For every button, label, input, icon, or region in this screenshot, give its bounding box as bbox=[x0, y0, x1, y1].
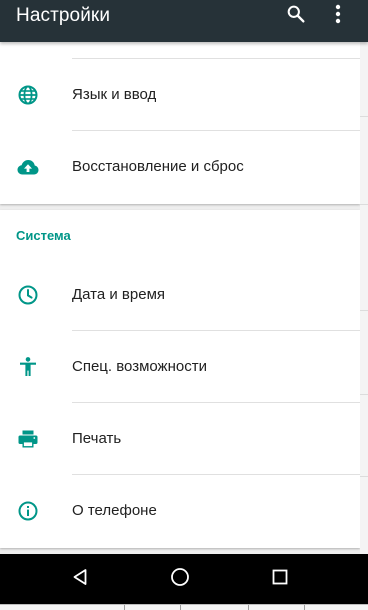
more-options-button[interactable] bbox=[318, 0, 358, 32]
accessibility-icon bbox=[16, 355, 40, 379]
print-icon bbox=[16, 427, 40, 451]
settings-item-label: Язык и ввод bbox=[72, 86, 157, 103]
settings-item-label: Восстановление и сброс bbox=[72, 158, 244, 175]
settings-item-language[interactable]: Язык и ввод bbox=[0, 59, 360, 131]
globe-icon bbox=[16, 83, 40, 107]
bottom-edge bbox=[0, 604, 368, 610]
home-circle-icon bbox=[169, 566, 191, 593]
settings-card-system: Система Дата и время Спец. возможности П… bbox=[0, 210, 360, 548]
clock-icon bbox=[16, 283, 40, 307]
settings-screen: Язык и ввод Восстановление и сброс Систе… bbox=[0, 0, 368, 610]
back-button[interactable] bbox=[60, 559, 100, 599]
section-header-system: Система bbox=[16, 228, 71, 243]
settings-item-label: Спец. возможности bbox=[72, 358, 207, 375]
home-button[interactable] bbox=[160, 559, 200, 599]
settings-item-label: Печать bbox=[72, 430, 122, 447]
recent-apps-icon bbox=[270, 567, 290, 592]
settings-item-printing[interactable]: Печать bbox=[0, 403, 360, 475]
settings-item-label: О телефоне bbox=[72, 502, 157, 519]
app-toolbar: Настройки bbox=[0, 0, 368, 42]
page-title: Настройки bbox=[16, 5, 111, 26]
system-nav-bar bbox=[0, 554, 368, 604]
search-button[interactable] bbox=[276, 0, 316, 32]
back-triangle-icon bbox=[70, 567, 90, 592]
info-icon bbox=[16, 499, 40, 523]
search-icon bbox=[285, 3, 307, 30]
more-vert-icon bbox=[334, 3, 342, 30]
settings-item-date-time[interactable]: Дата и время bbox=[0, 259, 360, 331]
cloud-upload-icon bbox=[16, 155, 40, 179]
scroll-edge bbox=[360, 42, 368, 554]
recent-apps-button[interactable] bbox=[260, 559, 300, 599]
settings-item-accessibility[interactable]: Спец. возможности bbox=[0, 331, 360, 403]
settings-item-label: Дата и время bbox=[72, 286, 166, 303]
settings-item-backup-reset[interactable]: Восстановление и сброс bbox=[0, 131, 360, 203]
settings-item-about-phone[interactable]: О телефоне bbox=[0, 475, 360, 547]
